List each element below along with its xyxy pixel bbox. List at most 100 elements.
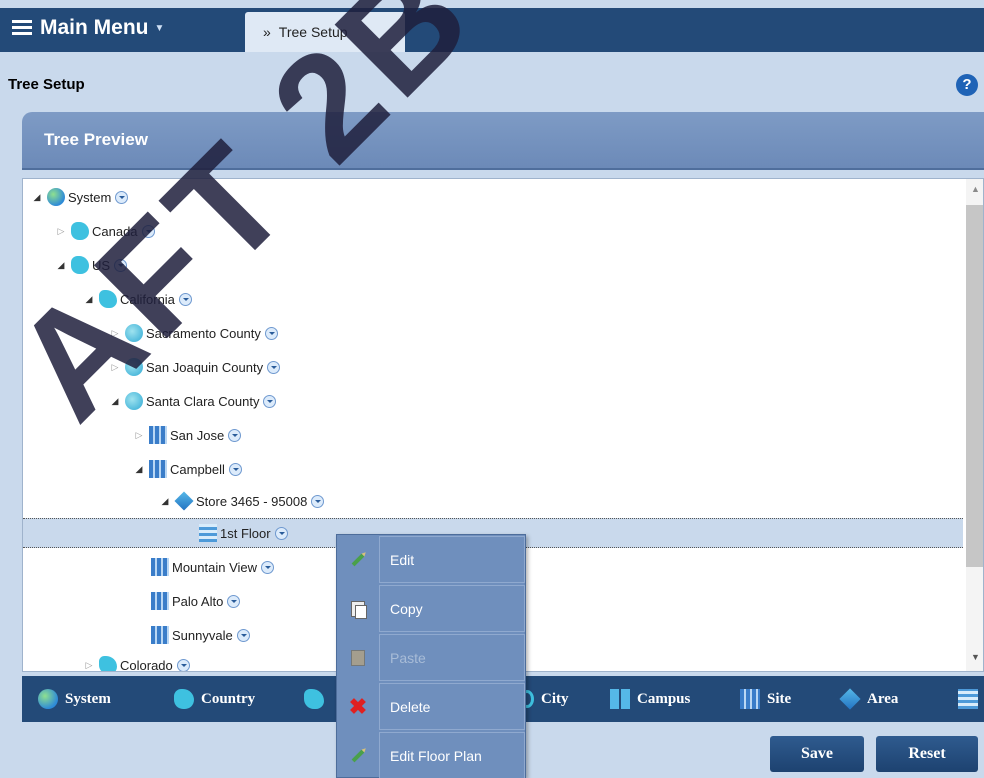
tree-node-label[interactable]: Palo Alto bbox=[172, 594, 223, 609]
expanded-arrow-icon[interactable]: ◢ bbox=[55, 260, 67, 271]
tree-node-label[interactable]: Santa Clara County bbox=[146, 394, 259, 409]
tree-node-label[interactable]: Campbell bbox=[170, 462, 225, 477]
node-dropdown-icon[interactable] bbox=[228, 462, 242, 476]
node-dropdown-icon[interactable] bbox=[228, 428, 242, 442]
tree-node-us[interactable]: ◢ US bbox=[55, 251, 128, 279]
node-dropdown-icon[interactable] bbox=[176, 658, 190, 671]
node-dropdown-icon[interactable] bbox=[311, 494, 325, 508]
county-icon bbox=[125, 324, 143, 342]
tree-node-label[interactable]: Sacramento County bbox=[146, 326, 261, 341]
legend-label: Campus bbox=[637, 690, 691, 707]
site-icon bbox=[151, 558, 169, 576]
hamburger-icon bbox=[12, 20, 32, 36]
tree-node-label[interactable]: San Jose bbox=[170, 428, 224, 443]
legend-item-system: System bbox=[38, 676, 111, 722]
copy-icon bbox=[351, 600, 367, 619]
site-icon bbox=[740, 689, 760, 709]
tree-node-label[interactable]: 1st Floor bbox=[220, 526, 271, 541]
collapsed-arrow-icon[interactable]: ▷ bbox=[133, 430, 145, 441]
tree-node-san-jose[interactable]: ▷ San Jose bbox=[133, 421, 242, 449]
tree-node-santa-clara-county[interactable]: ◢ Santa Clara County bbox=[109, 387, 277, 415]
tree-node-label[interactable]: Mountain View bbox=[172, 560, 257, 575]
top-bar: Main Menu ▼ » Tree Setup bbox=[0, 0, 984, 52]
tree-node-sacramento-county[interactable]: ▷ Sacramento County bbox=[109, 319, 278, 347]
expanded-arrow-icon[interactable]: ◢ bbox=[109, 396, 121, 407]
county-icon bbox=[125, 392, 143, 410]
tab-tree-setup[interactable]: » Tree Setup bbox=[245, 12, 405, 52]
campus-icon bbox=[610, 689, 630, 709]
legend-label: Site bbox=[767, 690, 792, 707]
context-menu-edit-floor-plan[interactable]: Edit Floor Plan bbox=[337, 731, 527, 778]
tree-node-mountain-view[interactable]: Mountain View bbox=[151, 553, 275, 581]
tree-node-campbell[interactable]: ◢ Campbell bbox=[133, 455, 242, 483]
help-icon[interactable]: ? bbox=[956, 74, 978, 96]
tree-node-label[interactable]: San Joaquin County bbox=[146, 360, 263, 375]
context-menu-copy[interactable]: Copy bbox=[337, 584, 527, 633]
expanded-arrow-icon[interactable]: ◢ bbox=[83, 294, 95, 305]
node-dropdown-icon[interactable] bbox=[267, 360, 281, 374]
site-icon bbox=[149, 426, 167, 444]
area-icon bbox=[839, 688, 861, 710]
tree-node-label[interactable]: Sunnyvale bbox=[172, 628, 233, 643]
page-title: Tree Setup bbox=[8, 76, 85, 93]
reset-button[interactable]: Reset bbox=[876, 736, 978, 772]
state-icon bbox=[99, 290, 117, 308]
country-icon bbox=[71, 222, 89, 240]
tree-node-label[interactable]: California bbox=[120, 292, 175, 307]
state-icon bbox=[304, 689, 324, 709]
node-dropdown-icon[interactable] bbox=[236, 628, 250, 642]
country-icon bbox=[71, 256, 89, 274]
collapsed-arrow-icon[interactable]: ▷ bbox=[55, 226, 67, 237]
node-dropdown-icon[interactable] bbox=[261, 560, 275, 574]
context-menu: Edit Copy Paste ✖ Delete Edit Floor Plan bbox=[336, 534, 526, 778]
tree-node-system[interactable]: ◢ System bbox=[31, 183, 129, 211]
node-dropdown-icon[interactable] bbox=[178, 292, 192, 306]
node-dropdown-icon[interactable] bbox=[115, 190, 129, 204]
node-dropdown-icon[interactable] bbox=[274, 526, 288, 540]
tree-node-label[interactable]: Canada bbox=[92, 224, 138, 239]
legend-item-area: Area bbox=[839, 676, 898, 722]
legend-label: City bbox=[541, 690, 569, 707]
tree-node-california[interactable]: ◢ California bbox=[83, 285, 192, 313]
legend-item-state bbox=[304, 676, 331, 722]
tree-node-1st-floor[interactable]: 1st Floor bbox=[199, 519, 288, 547]
tree-node-label[interactable]: Store 3465 - 95008 bbox=[196, 494, 307, 509]
expanded-arrow-icon[interactable]: ◢ bbox=[31, 192, 43, 203]
scroll-up-arrow-icon[interactable]: ▲ bbox=[966, 181, 983, 197]
tree-node-san-joaquin-county[interactable]: ▷ San Joaquin County bbox=[109, 353, 281, 381]
tree-node-canada[interactable]: ▷ Canada bbox=[55, 217, 155, 245]
legend-item-country: Country bbox=[174, 676, 255, 722]
node-dropdown-icon[interactable] bbox=[141, 224, 155, 238]
tree-node-sunnyvale[interactable]: Sunnyvale bbox=[151, 621, 250, 649]
node-dropdown-icon[interactable] bbox=[263, 394, 277, 408]
context-menu-paste[interactable]: Paste bbox=[337, 633, 527, 682]
context-menu-delete[interactable]: ✖ Delete bbox=[337, 682, 527, 731]
tab-label: Tree Setup bbox=[278, 24, 348, 40]
context-menu-edit[interactable]: Edit bbox=[337, 535, 527, 584]
tree-node-colorado[interactable]: ▷ Colorado bbox=[83, 651, 190, 672]
country-icon bbox=[174, 689, 194, 709]
save-button[interactable]: Save bbox=[770, 736, 864, 772]
node-dropdown-icon[interactable] bbox=[264, 326, 278, 340]
legend-item-floor bbox=[958, 676, 984, 722]
main-menu-button[interactable]: Main Menu ▼ bbox=[12, 10, 164, 46]
scrollbar-thumb[interactable] bbox=[966, 205, 983, 567]
main-menu-label: Main Menu bbox=[40, 16, 149, 39]
tree-node-palo-alto[interactable]: Palo Alto bbox=[151, 587, 241, 615]
expanded-arrow-icon[interactable]: ◢ bbox=[133, 464, 145, 475]
tree-node-label[interactable]: System bbox=[68, 190, 111, 205]
scroll-down-arrow-icon[interactable]: ▼ bbox=[966, 649, 983, 665]
caret-down-icon: ▼ bbox=[154, 22, 165, 34]
node-dropdown-icon[interactable] bbox=[114, 258, 128, 272]
collapsed-arrow-icon[interactable]: ▷ bbox=[109, 362, 121, 373]
tree-node-label[interactable]: Colorado bbox=[120, 658, 173, 672]
tree-node-store-3465[interactable]: ◢ Store 3465 - 95008 bbox=[159, 487, 325, 515]
node-dropdown-icon[interactable] bbox=[227, 594, 241, 608]
menu-item-label: Delete bbox=[379, 683, 525, 730]
tree-node-label[interactable]: US bbox=[92, 258, 110, 273]
collapsed-arrow-icon[interactable]: ▷ bbox=[109, 328, 121, 339]
menu-item-label: Paste bbox=[379, 634, 525, 681]
collapsed-arrow-icon[interactable]: ▷ bbox=[83, 660, 95, 671]
panel-title: Tree Preview bbox=[44, 130, 148, 149]
expanded-arrow-icon[interactable]: ◢ bbox=[159, 496, 171, 507]
